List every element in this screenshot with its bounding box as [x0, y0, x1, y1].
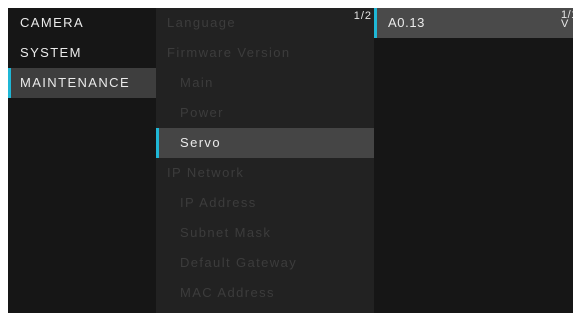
- submenu-item-mac-address[interactable]: MAC Address: [156, 278, 374, 308]
- category-label: MAINTENANCE: [20, 75, 131, 90]
- submenu-item-subnet-mask[interactable]: Subnet Mask: [156, 218, 374, 248]
- submenu-label: MAC Address: [180, 285, 275, 300]
- submenu-item-main[interactable]: Main: [156, 68, 374, 98]
- category-camera[interactable]: CAMERA: [8, 8, 156, 38]
- submenu-label: Default Gateway: [180, 255, 298, 270]
- submenu-item-ip-network[interactable]: IP Network: [156, 158, 374, 188]
- value-page-scroll-mark: V: [561, 18, 569, 30]
- submenu-item-power[interactable]: Power: [156, 98, 374, 128]
- submenu-item-language[interactable]: Language: [156, 8, 374, 38]
- servo-version-value: A0.13: [388, 15, 425, 30]
- submenu-label: Power: [180, 105, 224, 120]
- category-maintenance[interactable]: MAINTENANCE: [8, 68, 156, 98]
- category-menu: CAMERA SYSTEM MAINTENANCE: [8, 8, 156, 313]
- submenu-label: IP Network: [167, 165, 245, 180]
- submenu-label: Main: [180, 75, 214, 90]
- value-panel: A0.13 1/1 V: [374, 8, 573, 313]
- camera-osd-menu: CAMERA SYSTEM MAINTENANCE 1/2 Language F…: [8, 8, 573, 313]
- submenu-label: Firmware Version: [167, 45, 291, 60]
- value-page-indicator: 1/1 V: [561, 10, 573, 30]
- selection-indicator: [8, 68, 11, 98]
- category-system[interactable]: SYSTEM: [8, 38, 156, 68]
- category-label: CAMERA: [20, 15, 85, 30]
- submenu-item-ip-address[interactable]: IP Address: [156, 188, 374, 218]
- submenu-label: Subnet Mask: [180, 225, 272, 240]
- submenu-label: IP Address: [180, 195, 257, 210]
- servo-version-value-row: A0.13: [374, 8, 573, 38]
- submenu-item-servo[interactable]: Servo: [156, 128, 374, 158]
- submenu-item-firmware-version[interactable]: Firmware Version: [156, 38, 374, 68]
- submenu-label: Language: [167, 15, 237, 30]
- category-label: SYSTEM: [20, 45, 82, 60]
- submenu-list: 1/2 Language Firmware Version Main Power…: [156, 8, 374, 313]
- submenu-item-default-gateway[interactable]: Default Gateway: [156, 248, 374, 278]
- selection-indicator: [374, 8, 377, 38]
- submenu-label: Servo: [180, 135, 221, 150]
- selection-indicator: [156, 128, 159, 158]
